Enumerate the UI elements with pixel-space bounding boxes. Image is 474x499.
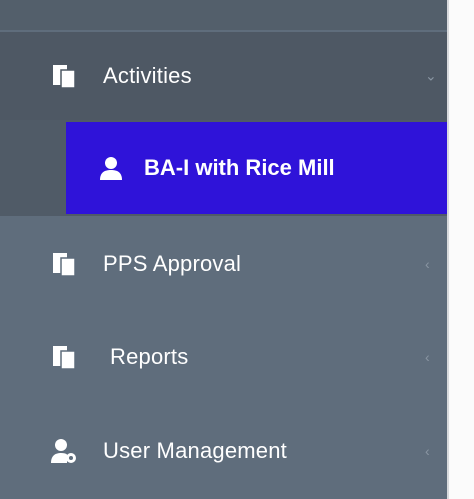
submenu-item-ba-i-rice-mill[interactable]: BA-I with Rice Mill: [66, 122, 450, 214]
user-icon: [100, 157, 122, 180]
sidebar-item-label: Activities: [103, 63, 192, 88]
sidebar-item-label: PPS Approval: [103, 251, 242, 276]
content-edge: [447, 0, 474, 499]
submenu-activities: BA-I with Rice Mill: [0, 120, 450, 216]
copy-icon: [53, 65, 76, 89]
sidebar-item-pps-approval[interactable]: PPS Approval ‹: [0, 222, 450, 306]
sidebar-item-user-management[interactable]: User Management ‹: [0, 409, 450, 493]
sidebar-item-label: User Management: [103, 438, 287, 463]
chevron-left-icon: ‹: [425, 256, 430, 272]
chevron-left-icon: ‹: [425, 349, 430, 365]
copy-icon: [53, 253, 76, 277]
copy-icon: [53, 346, 76, 370]
sidebar: Activities ⌄ BA-I with Rice Mill PPS App…: [0, 0, 450, 499]
sidebar-item-activities[interactable]: Activities ⌄: [0, 32, 450, 120]
chevron-down-icon: ⌄: [425, 67, 437, 84]
submenu-item-label: BA-I with Rice Mill: [144, 155, 335, 180]
user-gear-icon: [51, 439, 76, 463]
chevron-left-icon: ‹: [425, 443, 430, 459]
sidebar-item-label: Reports: [110, 344, 189, 369]
sidebar-top-strip: [0, 0, 450, 30]
sidebar-item-reports[interactable]: Reports ‹: [0, 315, 450, 399]
